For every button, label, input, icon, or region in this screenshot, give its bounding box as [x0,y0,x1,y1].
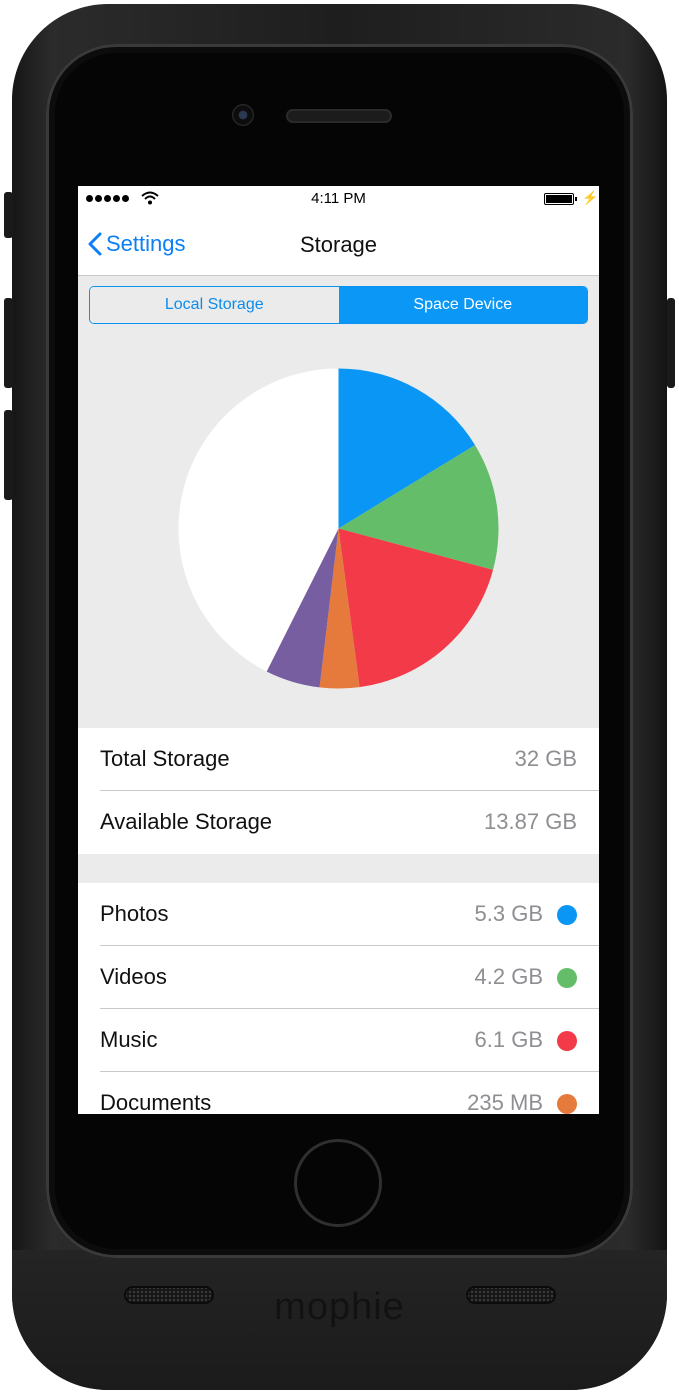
color-dot-icon [557,905,577,925]
total-storage-value: 32 GB [514,746,577,771]
segment-local-storage[interactable]: Local Storage [90,287,339,323]
category-row-music[interactable]: Music 6.1 GB [78,1009,599,1072]
power-button [667,298,675,388]
status-time: 4:11 PM [311,190,366,207]
battery-icon [544,193,577,205]
category-label: Photos [100,901,169,926]
volume-up-button [4,298,13,388]
color-dot-icon [557,1094,577,1114]
brand-logo: mophie [274,1286,405,1328]
storage-segmented-control: Local Storage Space Device [89,286,588,324]
charging-icon: ⚡ [582,190,599,205]
category-size: 235 MB [467,1090,543,1114]
available-storage-row: Available Storage 13.87 GB [78,791,599,854]
category-label: Documents [100,1090,212,1114]
category-label: Videos [100,964,167,989]
category-size: 6.1 GB [474,1027,543,1052]
category-row-videos[interactable]: Videos 4.2 GB [78,946,599,1009]
category-label: Music [100,1027,158,1052]
screen: 4:11 PM ⚡ Settings Storage Local Storage… [78,186,599,1114]
home-button[interactable] [294,1139,382,1227]
category-row-photos[interactable]: Photos 5.3 GB [78,883,599,946]
page-title: Storage [299,232,378,257]
mute-switch [4,192,13,238]
total-storage-row: Total Storage 32 GB [78,728,599,791]
volume-down-button [4,410,13,500]
category-list: Photos 5.3 GB Videos 4.2 GB Music 6.1 GB… [78,883,599,1114]
total-storage-label: Total Storage [100,746,230,771]
status-bar: 4:11 PM ⚡ [78,186,599,212]
storage-pie-chart [178,368,499,689]
category-size: 5.3 GB [474,901,543,926]
category-size: 4.2 GB [474,964,543,989]
front-camera [232,104,254,126]
color-dot-icon [557,1031,577,1051]
available-storage-value: 13.87 GB [484,809,577,834]
category-row-documents[interactable]: Documents 235 MB [78,1072,599,1114]
navigation-bar: Settings Storage [78,212,599,276]
available-storage-label: Available Storage [100,809,273,834]
segment-space-device[interactable]: Space Device [338,287,587,323]
color-dot-icon [557,968,577,988]
summary-list: Total Storage 32 GB Available Storage 13… [78,728,599,854]
earpiece [286,109,392,123]
